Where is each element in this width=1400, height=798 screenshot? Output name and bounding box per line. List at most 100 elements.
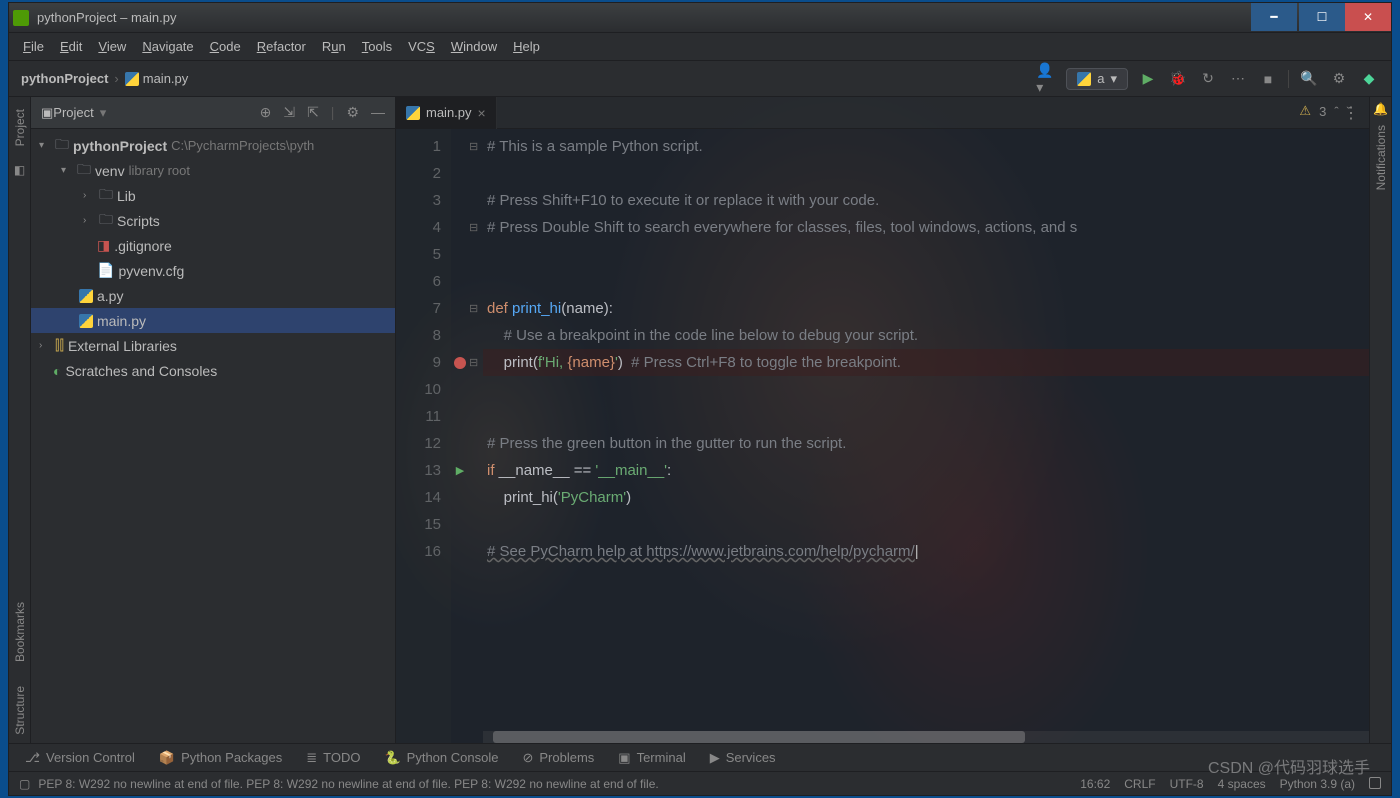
watermark: CSDN @代码羽球选手 [1208,754,1370,778]
horizontal-scrollbar[interactable] [483,731,1369,743]
tree-gitignore[interactable]: ◨ .gitignore [31,233,395,258]
editor-area: main.py × ⋮ ⚠ 3 ˆ ˇ 12345678910111213141… [396,97,1369,743]
problems-tab[interactable]: ⊘ Problems [522,750,594,766]
menu-window[interactable]: Window [445,37,503,56]
search-icon[interactable]: 🔍 [1299,69,1319,89]
python-console-tab[interactable]: 🐍 Python Console [384,750,498,766]
gear-icon[interactable]: ⚙ [346,104,359,121]
tree-apy[interactable]: a.py [31,283,395,308]
close-button[interactable]: ✕ [1345,3,1391,31]
tree-mainpy[interactable]: main.py [31,308,395,333]
navigation-bar: pythonProject › main.py 👤▾ a ▾ ▶ 🐞 ↻ ⋯ ■… [9,61,1391,97]
python-icon [125,72,139,86]
structure-tool-tab[interactable]: Structure [11,678,29,743]
line-separator[interactable]: CRLF [1124,777,1155,791]
settings-icon[interactable]: ⚙ [1329,69,1349,89]
chevron-down-icon[interactable]: ▾ [100,105,107,121]
left-tool-gutter: Project ◧ Bookmarks Structure [9,97,31,743]
stop-button[interactable]: ■ [1258,69,1278,89]
crumb-project[interactable]: pythonProject [21,71,108,86]
right-tool-gutter: 🔔 Notifications [1369,97,1391,743]
commit-icon[interactable]: ◧ [12,162,28,178]
cursor-position[interactable]: 16:62 [1080,777,1110,791]
tree-pyvenv[interactable]: 📄 pyvenv.cfg [31,258,395,283]
menu-edit[interactable]: Edit [54,37,88,56]
breakpoint-icon[interactable] [454,357,466,369]
bell-icon[interactable]: 🔔 [1373,101,1389,117]
tree-scripts[interactable]: ›🗀 Scripts [31,208,395,233]
prev-highlight-icon[interactable]: ˆ [1334,104,1338,119]
run-button[interactable]: ▶ [1138,69,1158,89]
expand-icon[interactable]: ⇲ [283,104,295,121]
packages-tab[interactable]: 📦 Python Packages [159,750,282,766]
encoding[interactable]: UTF-8 [1170,777,1204,791]
user-icon[interactable]: 👤▾ [1036,69,1056,89]
editor-tabbar: main.py × ⋮ [396,97,1369,129]
python-icon [79,289,93,303]
titlebar: pythonProject – main.py ━ ☐ ✕ [9,3,1391,33]
menu-run[interactable]: Run [316,37,352,56]
debug-button[interactable]: 🐞 [1168,69,1188,89]
project-panel-header: ▣ Project ▾ ⊕ ⇲ ⇱ | ⚙ — [31,97,395,129]
tree-venv[interactable]: ▾🗀 venv library root [31,158,395,183]
indent[interactable]: 4 spaces [1218,777,1266,791]
menu-refactor[interactable]: Refactor [251,37,312,56]
todo-tab[interactable]: ≣ TODO [306,750,360,766]
status-icon[interactable]: ▢ [19,777,30,791]
fold-gutter[interactable]: ⊟⊟⊟⊟ [469,129,483,743]
ide-window: pythonProject – main.py ━ ☐ ✕ File Edit … [8,2,1392,796]
menu-view[interactable]: View [92,37,132,56]
editor-tab-mainpy[interactable]: main.py × [396,97,497,129]
run-coverage-button[interactable]: ↻ [1198,69,1218,89]
tree-external-libs[interactable]: ›⫿⫿ External Libraries [31,333,395,358]
status-message: PEP 8: W292 no newline at end of file. P… [38,777,658,791]
project-panel-title: Project [53,105,93,120]
code-content[interactable]: # This is a sample Python script. # Pres… [483,129,1369,743]
menu-tools[interactable]: Tools [356,37,398,56]
next-highlight-icon[interactable]: ˇ [1347,104,1351,119]
locate-icon[interactable]: ⊕ [260,104,272,121]
menu-help[interactable]: Help [507,37,546,56]
lock-icon[interactable] [1369,777,1381,789]
python-icon [1077,72,1091,86]
window-title: pythonProject – main.py [37,10,176,25]
menu-code[interactable]: Code [204,37,247,56]
crumb-sep-icon: › [114,71,118,86]
terminal-tab[interactable]: ▣ Terminal [618,750,685,766]
close-tab-icon[interactable]: × [478,105,486,121]
warning-icon: ⚠ [1299,103,1311,119]
hide-icon[interactable]: — [371,104,385,121]
project-tree[interactable]: ▾🗀 pythonProject C:\PycharmProjects\pyth… [31,129,395,743]
python-icon [406,106,420,120]
code-editor[interactable]: 12345678910111213141516 ▶ ⊟⊟⊟⊟ # This is… [396,129,1369,743]
project-tool-tab[interactable]: Project [11,101,29,154]
tree-lib[interactable]: ›🗀 Lib [31,183,395,208]
collapse-icon[interactable]: ⇱ [307,104,319,121]
profile-button[interactable]: ⋯ [1228,69,1248,89]
line-numbers: 12345678910111213141516 [396,129,451,743]
crumb-file[interactable]: main.py [125,71,189,86]
menu-file[interactable]: File [17,37,50,56]
bottom-toolbar: ⎇ Version Control 📦 Python Packages ≣ TO… [9,743,1391,771]
maximize-button[interactable]: ☐ [1299,3,1345,31]
menubar: File Edit View Navigate Code Refactor Ru… [9,33,1391,61]
menu-vcs[interactable]: VCS [402,37,441,56]
notifications-tool-tab[interactable]: Notifications [1372,117,1390,198]
interpreter[interactable]: Python 3.9 (a) [1280,777,1355,791]
vcs-tab[interactable]: ⎇ Version Control [25,750,135,766]
python-icon [79,314,93,328]
warning-count: 3 [1319,104,1326,119]
project-panel: ▣ Project ▾ ⊕ ⇲ ⇱ | ⚙ — ▾🗀 pythonProject… [31,97,396,743]
minimize-button[interactable]: ━ [1251,3,1297,31]
menu-navigate[interactable]: Navigate [136,37,199,56]
run-gutter-icon[interactable]: ▶ [456,464,464,477]
status-bar: ▢ PEP 8: W292 no newline at end of file.… [9,771,1391,795]
services-tab[interactable]: ▶ Services [710,750,776,766]
tree-scratches[interactable]: ◐ Scratches and Consoles [31,358,395,383]
tree-root[interactable]: ▾🗀 pythonProject C:\PycharmProjects\pyth [31,133,395,158]
plugins-icon[interactable]: ◆ [1359,69,1379,89]
editor-inspection-widget[interactable]: ⚠ 3 ˆ ˇ [1299,103,1351,119]
run-config-selector[interactable]: a ▾ [1066,68,1128,90]
bookmarks-tool-tab[interactable]: Bookmarks [11,594,29,670]
breakpoint-gutter[interactable]: ▶ [451,129,469,743]
